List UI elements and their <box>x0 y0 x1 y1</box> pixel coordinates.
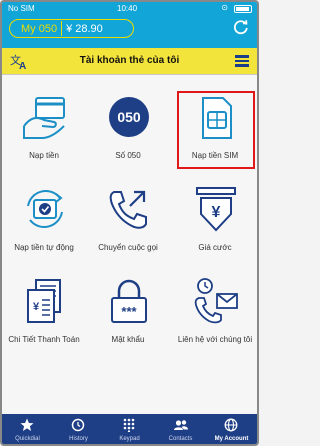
tab-keypad[interactable]: Keypad <box>104 414 155 444</box>
clock-icon <box>71 418 85 432</box>
svg-text:050: 050 <box>117 109 141 125</box>
tile-mat-khau[interactable]: *** Mật khẩu <box>86 260 170 352</box>
tile-gia-cuoc[interactable]: ¥ Giá cước <box>173 168 257 260</box>
clock-label: 10:40 <box>117 4 138 13</box>
tile-label: Mật khẩu <box>111 335 145 344</box>
tab-label: Contacts <box>168 436 193 442</box>
title-bar: 文 A Tài khoản thẻ của tôi <box>2 48 257 75</box>
tile-label: Nạp tiền tự động <box>14 243 74 252</box>
app-frame: No SIM 10:40 ⊙ My 050 ¥ 28.90 文 A Tài kh… <box>0 0 259 446</box>
yen-price-icon: ¥ <box>196 187 236 232</box>
tile-label: Số 050 <box>115 151 141 160</box>
auto-topup-icon <box>27 190 63 228</box>
svg-text:¥: ¥ <box>33 301 40 313</box>
account-label: My 050 <box>21 22 58 35</box>
tab-label: Keypad <box>119 436 140 442</box>
status-bar: No SIM 10:40 ⊙ <box>2 2 257 16</box>
tab-bar: Quickdial History Keypad Contacts My Acc… <box>2 414 257 444</box>
call-forward-icon <box>109 190 147 229</box>
tile-label: Giá cước <box>198 243 232 252</box>
tile-nap-tien-tu-dong[interactable]: Nạp tiền tự động <box>2 168 86 260</box>
hamburger-menu-icon[interactable] <box>235 55 249 67</box>
carrier-label: No SIM <box>8 4 35 13</box>
star-icon <box>20 418 34 431</box>
tile-chi-tiet-thanh-toan[interactable]: ¥ Chi Tiết Thanh Toán <box>2 260 86 352</box>
card-hand-icon <box>23 97 65 139</box>
tab-history[interactable]: History <box>53 414 104 444</box>
orientation-lock-icon: ⊙ <box>221 3 228 12</box>
invoice-icon: ¥ <box>27 279 61 323</box>
tile-label: Chi Tiết Thanh Toán <box>8 335 80 344</box>
svg-text:***: *** <box>121 304 137 319</box>
balance-amount: ¥ 28.90 <box>66 22 103 35</box>
tab-label: History <box>69 436 88 442</box>
tab-label: My Account <box>214 436 249 442</box>
tile-nap-tien[interactable]: Nạp tiền <box>2 76 86 168</box>
header: No SIM 10:40 ⊙ My 050 ¥ 28.90 <box>2 2 257 48</box>
tab-my-account[interactable]: My Account <box>206 414 257 444</box>
battery-icon <box>234 5 252 13</box>
password-lock-icon: *** <box>111 279 147 323</box>
page-title: Tài khoản thẻ của tôi <box>79 55 180 66</box>
contact-icon <box>194 278 238 324</box>
refresh-icon[interactable] <box>233 19 249 35</box>
globe-icon <box>224 418 238 432</box>
tile-label: Nạp tiền <box>29 151 59 160</box>
tab-contacts[interactable]: Contacts <box>155 414 206 444</box>
tile-so-050[interactable]: 050 Số 050 <box>86 76 170 168</box>
tile-chuyen-cuoc-goi[interactable]: Chuyển cuộc gọi <box>86 168 170 260</box>
050-logo-icon: 050 <box>109 97 149 137</box>
selection-highlight <box>177 91 255 169</box>
contacts-icon <box>174 420 188 430</box>
tab-label: Quickdial <box>15 436 40 442</box>
tile-label: Chuyển cuộc gọi <box>98 243 158 252</box>
tab-quickdial[interactable]: Quickdial <box>2 414 53 444</box>
tile-label: Liên hệ với chúng tôi <box>177 335 253 344</box>
tile-lien-he[interactable]: Liên hệ với chúng tôi <box>173 260 257 352</box>
svg-text:¥: ¥ <box>212 204 221 221</box>
keypad-icon <box>123 418 135 432</box>
balance-pill[interactable]: My 050 ¥ 28.90 <box>9 19 134 38</box>
